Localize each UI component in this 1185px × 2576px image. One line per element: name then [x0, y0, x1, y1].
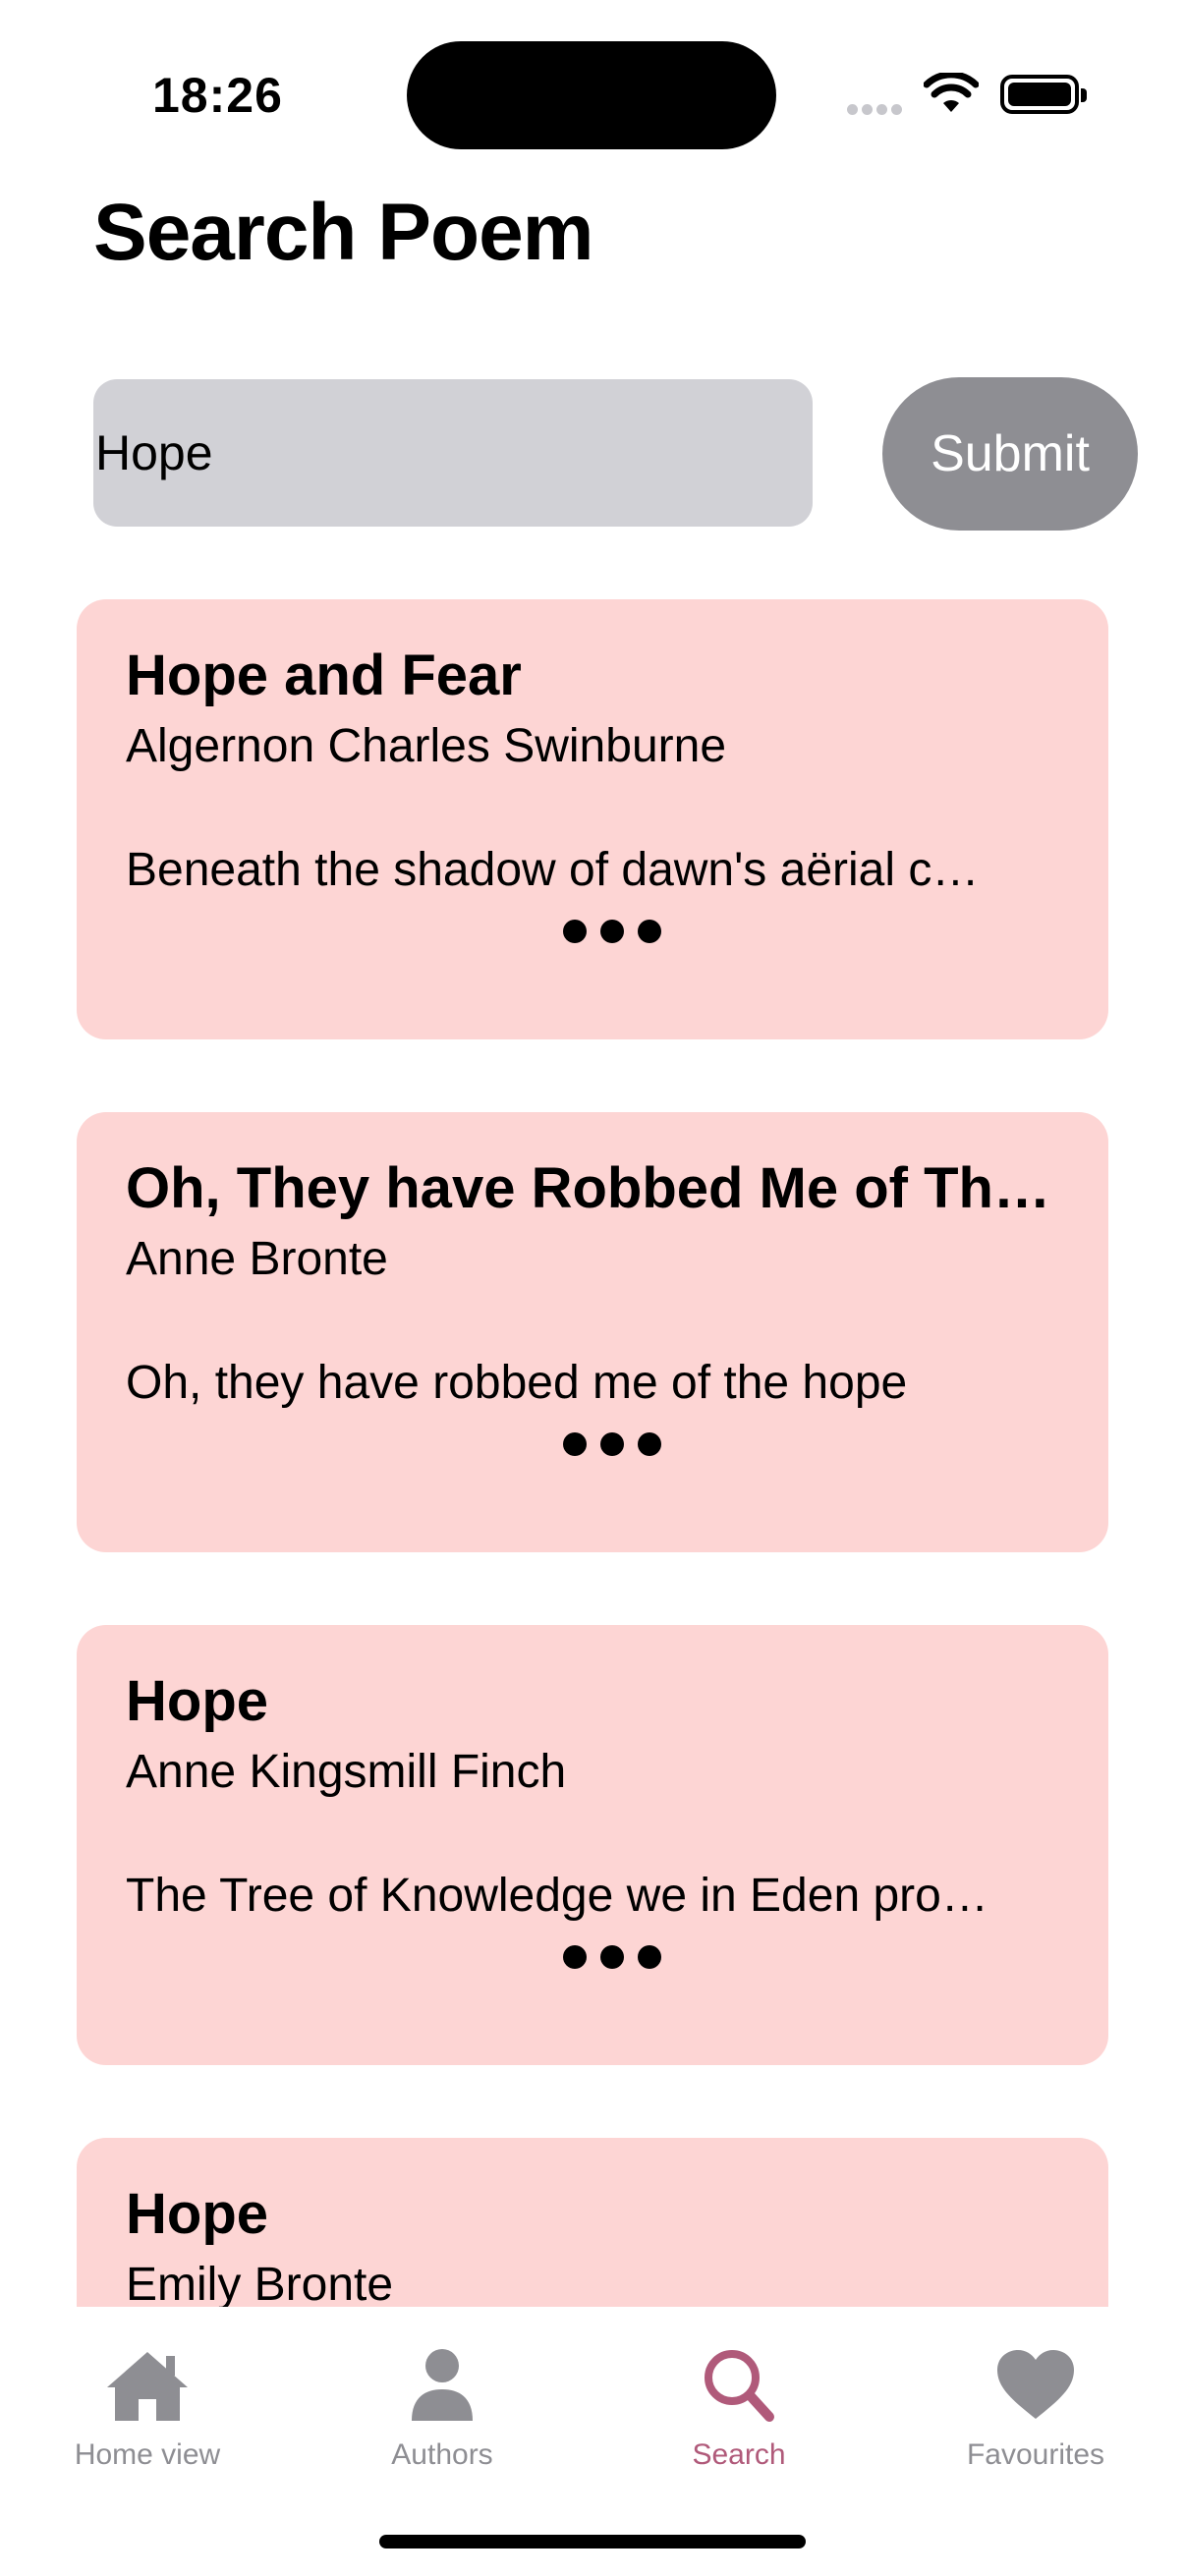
poem-card[interactable]: Hope Emily Bronte — [77, 2138, 1108, 2307]
tab-home-view[interactable]: Home view — [0, 2346, 295, 2493]
poem-first-line: The Tree of Knowledge we in Eden pro… — [126, 1870, 988, 1922]
results-list[interactable]: Hope and Fear Algernon Charles Swinburne… — [0, 0, 1185, 2307]
poem-author: Algernon Charles Swinburne — [126, 720, 727, 772]
more-icon[interactable] — [563, 1425, 661, 1464]
poem-card[interactable]: Hope Anne Kingsmill Finch The Tree of Kn… — [77, 1625, 1108, 2065]
tab-favourites[interactable]: Favourites — [888, 2346, 1183, 2493]
tab-label: Home view — [74, 2438, 221, 2471]
poem-author: Anne Bronte — [126, 1233, 388, 1285]
poem-first-line: Beneath the shadow of dawn's aërial c… — [126, 844, 980, 896]
poem-title: Hope — [126, 2182, 268, 2246]
search-input[interactable] — [93, 379, 813, 527]
magnifier-icon — [705, 2350, 774, 2422]
house-icon — [107, 2352, 188, 2421]
page-title: Search Poem — [93, 188, 594, 277]
tab-search[interactable]: Search — [592, 2346, 886, 2493]
poem-title: Hope — [126, 1669, 268, 1733]
screen: 18:26 Hope and Fear Algernon Charles Swi… — [0, 0, 1185, 2576]
poem-card[interactable]: Oh, They have Robbed Me of Th… Anne Bron… — [77, 1112, 1108, 1552]
tab-label: Authors — [391, 2438, 493, 2471]
poem-author: Anne Kingsmill Finch — [126, 1746, 567, 1798]
home-indicator[interactable] — [379, 2535, 806, 2548]
poem-author: Emily Bronte — [126, 2259, 394, 2307]
more-icon[interactable] — [563, 912, 661, 951]
submit-button[interactable]: Submit — [882, 377, 1138, 531]
poem-title: Hope and Fear — [126, 644, 522, 707]
poem-first-line: Oh, they have robbed me of the hope — [126, 1357, 908, 1409]
heart-icon — [997, 2350, 1074, 2419]
poem-title: Oh, They have Robbed Me of Th… — [126, 1156, 1050, 1220]
person-icon — [412, 2349, 473, 2421]
tab-label: Search — [692, 2438, 786, 2471]
poem-card[interactable]: Hope and Fear Algernon Charles Swinburne… — [77, 599, 1108, 1039]
more-icon[interactable] — [563, 1937, 661, 1977]
tab-authors[interactable]: Authors — [295, 2346, 590, 2493]
tab-label: Favourites — [966, 2438, 1105, 2471]
